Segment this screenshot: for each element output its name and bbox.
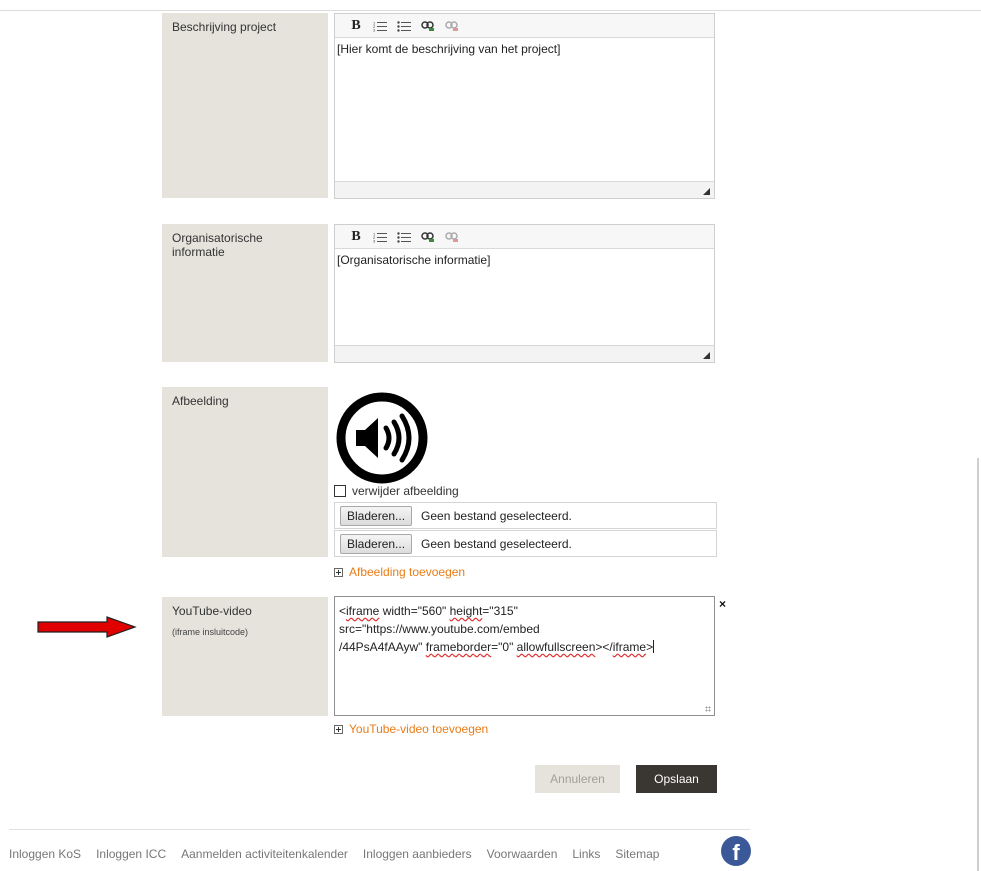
bullet-list-icon[interactable] [392,227,416,247]
footer-link-inloggen-aanbieders[interactable]: Inloggen aanbieders [363,847,472,861]
misspelled-word: height [449,604,483,618]
youtube-embed-textarea[interactable]: <iframe width="560" height="315" src="ht… [334,596,715,716]
footer-link-links[interactable]: Links [572,847,600,861]
facebook-glyph: f [732,840,740,865]
editor-statusbar [335,181,714,198]
add-image-label[interactable]: Afbeelding toevoegen [349,565,465,579]
misspelled-word: allowfullscreen [516,640,596,654]
code-text: < [339,604,347,618]
footer-link-voorwaarden[interactable]: Voorwaarden [487,847,558,861]
code-text: /44PsA4fAAyw" [339,640,426,654]
browse-button[interactable]: Bladeren... [340,533,413,554]
resize-grip-icon[interactable] [703,188,710,195]
editor-content[interactable]: [Organisatorische informatie] [335,249,714,271]
code-text: ></ [595,640,613,654]
close-icon[interactable]: × [719,597,726,611]
add-youtube-label[interactable]: YouTube-video toevoegen [349,722,488,736]
unlink-icon[interactable] [440,227,464,247]
footer-link-inloggen-icc[interactable]: Inloggen ICC [96,847,166,861]
remove-image-label: verwijder afbeelding [352,484,459,498]
editor-statusbar [335,345,714,362]
file-input-1: Bladeren... Geen bestand geselecteerd. [334,502,717,529]
footer-divider [9,829,750,830]
code-text: width="560" [379,604,450,618]
footer-link-inloggen-kos[interactable]: Inloggen KoS [9,847,81,861]
description-editor[interactable]: B 123 [Hier komt de beschrijving van het… [334,13,715,199]
save-button[interactable]: Opslaan [636,765,717,793]
top-divider [0,10,981,11]
footer-link-sitemap[interactable]: Sitemap [615,847,659,861]
field-label: Afbeelding [172,394,229,408]
speaker-icon [336,392,428,484]
facebook-icon[interactable]: f [721,836,751,866]
remove-image-checkbox[interactable] [334,485,346,497]
editor-toolbar: B 123 [335,14,714,38]
resize-grip-icon[interactable] [703,352,710,359]
bold-icon[interactable]: B [344,227,368,247]
red-arrow-icon [37,616,137,638]
label-beschrijving-project: Beschrijving project [162,13,328,198]
browse-button[interactable]: Bladeren... [340,505,413,526]
svg-text:3: 3 [373,238,376,243]
bold-icon[interactable]: B [344,16,368,36]
misspelled-word: iframe [346,604,380,618]
numbered-list-icon[interactable]: 123 [368,227,392,247]
speaker-image [334,390,430,486]
add-image-link[interactable]: Afbeelding toevoegen [334,565,465,579]
no-file-label: Geen bestand geselecteerd. [421,536,572,551]
field-sublabel: (iframe insluitcode) [172,627,249,637]
plus-icon [334,724,343,734]
textarea-resize-icon[interactable] [705,706,711,712]
footer-links: Inloggen KoS Inloggen ICC Aanmelden acti… [9,847,659,861]
field-label: Organisatorische informatie [172,231,263,259]
cancel-button[interactable]: Annuleren [535,765,620,793]
organisation-editor[interactable]: B 123 [Organisatorische informatie] [334,224,715,363]
misspelled-word: iframe [612,640,647,654]
svg-text:3: 3 [373,27,376,32]
editor-content[interactable]: [Hier komt de beschrijving van het proje… [335,38,714,60]
misspelled-word: frameborder [425,640,492,654]
plus-icon [334,567,343,577]
link-icon[interactable] [416,227,440,247]
numbered-list-icon[interactable]: 123 [368,16,392,36]
field-label: Beschrijving project [172,20,277,34]
unlink-icon[interactable] [440,16,464,36]
add-youtube-link[interactable]: YouTube-video toevoegen [334,722,488,736]
label-youtube-video: YouTube-video (iframe insluitcode) [162,597,328,716]
code-text: > [646,640,654,654]
footer-link-activiteitenkalender[interactable]: Aanmelden activiteitenkalender [181,847,348,861]
bullet-list-icon[interactable] [392,16,416,36]
editor-toolbar: B 123 [335,225,714,249]
no-file-label: Geen bestand geselecteerd. [421,508,572,523]
label-organisatorische-informatie: Organisatorische informatie [162,224,328,362]
code-text: ="0" [491,640,517,654]
scrollbar[interactable] [977,458,979,871]
text-caret [653,640,655,653]
label-afbeelding: Afbeelding [162,387,328,557]
field-label: YouTube-video [172,604,252,618]
remove-image-row: verwijder afbeelding [334,484,459,498]
link-icon[interactable] [416,16,440,36]
file-input-2: Bladeren... Geen bestand geselecteerd. [334,530,717,557]
